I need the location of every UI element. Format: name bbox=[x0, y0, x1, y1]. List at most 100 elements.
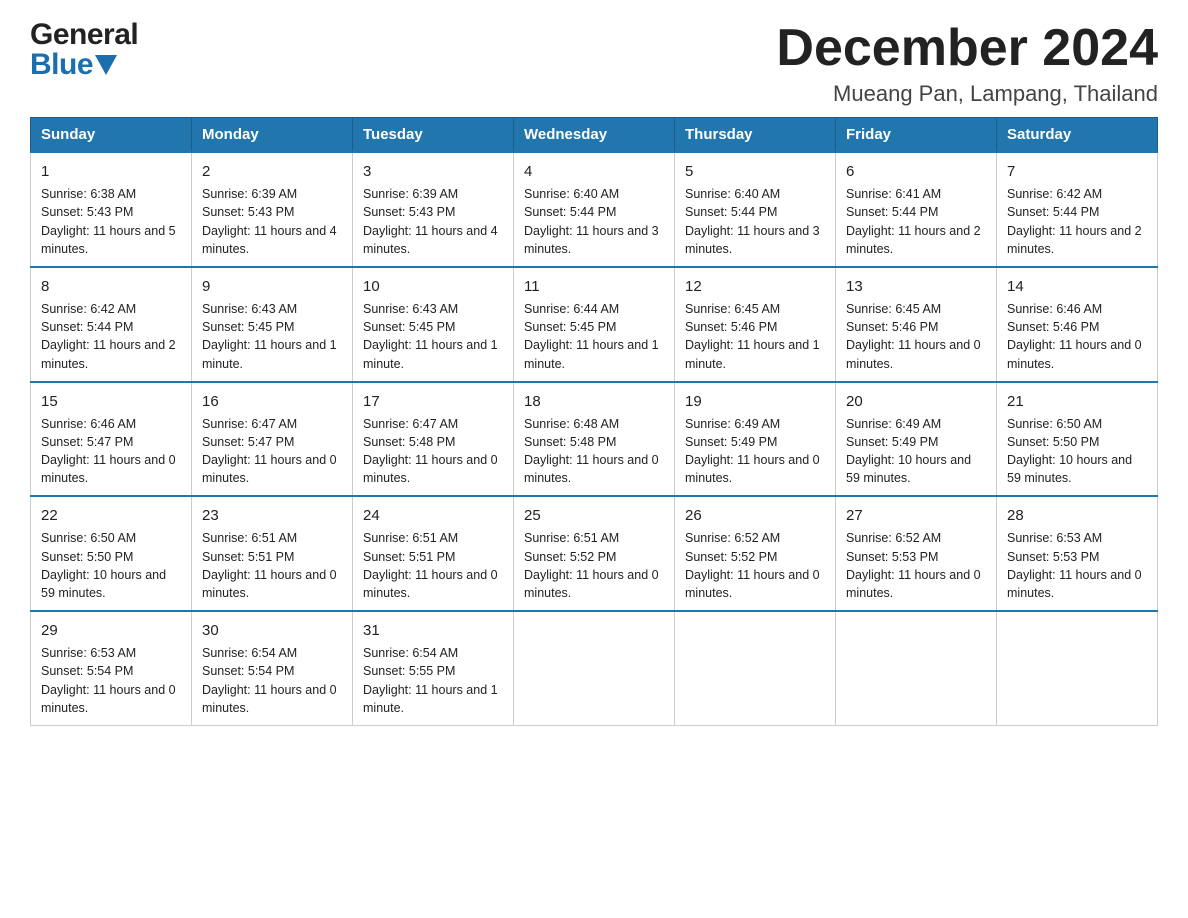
day-number: 26 bbox=[685, 505, 825, 526]
day-cell: 6 Sunrise: 6:41 AMSunset: 5:44 PMDayligh… bbox=[836, 152, 997, 267]
day-cell bbox=[836, 611, 997, 725]
day-number: 6 bbox=[846, 161, 986, 182]
day-cell: 21 Sunrise: 6:50 AMSunset: 5:50 PMDaylig… bbox=[997, 382, 1158, 497]
day-info: Sunrise: 6:52 AMSunset: 5:53 PMDaylight:… bbox=[846, 531, 981, 600]
day-number: 22 bbox=[41, 505, 181, 526]
day-cell: 23 Sunrise: 6:51 AMSunset: 5:51 PMDaylig… bbox=[192, 496, 353, 611]
day-cell: 3 Sunrise: 6:39 AMSunset: 5:43 PMDayligh… bbox=[353, 152, 514, 267]
day-number: 29 bbox=[41, 620, 181, 641]
day-number: 23 bbox=[202, 505, 342, 526]
day-cell: 22 Sunrise: 6:50 AMSunset: 5:50 PMDaylig… bbox=[31, 496, 192, 611]
day-info: Sunrise: 6:42 AMSunset: 5:44 PMDaylight:… bbox=[1007, 187, 1142, 256]
day-number: 18 bbox=[524, 391, 664, 412]
day-cell: 19 Sunrise: 6:49 AMSunset: 5:49 PMDaylig… bbox=[675, 382, 836, 497]
day-number: 15 bbox=[41, 391, 181, 412]
day-cell: 12 Sunrise: 6:45 AMSunset: 5:46 PMDaylig… bbox=[675, 267, 836, 382]
day-number: 17 bbox=[363, 391, 503, 412]
col-header-friday: Friday bbox=[836, 118, 997, 153]
day-cell: 17 Sunrise: 6:47 AMSunset: 5:48 PMDaylig… bbox=[353, 382, 514, 497]
day-cell: 5 Sunrise: 6:40 AMSunset: 5:44 PMDayligh… bbox=[675, 152, 836, 267]
day-info: Sunrise: 6:40 AMSunset: 5:44 PMDaylight:… bbox=[685, 187, 820, 256]
day-number: 16 bbox=[202, 391, 342, 412]
day-info: Sunrise: 6:43 AMSunset: 5:45 PMDaylight:… bbox=[202, 302, 337, 371]
day-number: 7 bbox=[1007, 161, 1147, 182]
day-cell: 30 Sunrise: 6:54 AMSunset: 5:54 PMDaylig… bbox=[192, 611, 353, 725]
day-info: Sunrise: 6:49 AMSunset: 5:49 PMDaylight:… bbox=[846, 417, 971, 486]
week-row-2: 8 Sunrise: 6:42 AMSunset: 5:44 PMDayligh… bbox=[31, 267, 1158, 382]
day-info: Sunrise: 6:51 AMSunset: 5:51 PMDaylight:… bbox=[202, 531, 337, 600]
day-cell: 27 Sunrise: 6:52 AMSunset: 5:53 PMDaylig… bbox=[836, 496, 997, 611]
day-info: Sunrise: 6:44 AMSunset: 5:45 PMDaylight:… bbox=[524, 302, 659, 371]
day-cell: 4 Sunrise: 6:40 AMSunset: 5:44 PMDayligh… bbox=[514, 152, 675, 267]
calendar-table: SundayMondayTuesdayWednesdayThursdayFrid… bbox=[30, 117, 1158, 726]
day-number: 25 bbox=[524, 505, 664, 526]
day-cell: 7 Sunrise: 6:42 AMSunset: 5:44 PMDayligh… bbox=[997, 152, 1158, 267]
day-info: Sunrise: 6:47 AMSunset: 5:48 PMDaylight:… bbox=[363, 417, 498, 486]
day-cell bbox=[675, 611, 836, 725]
day-number: 12 bbox=[685, 276, 825, 297]
day-info: Sunrise: 6:39 AMSunset: 5:43 PMDaylight:… bbox=[202, 187, 337, 256]
day-info: Sunrise: 6:49 AMSunset: 5:49 PMDaylight:… bbox=[685, 417, 820, 486]
col-header-sunday: Sunday bbox=[31, 118, 192, 153]
day-number: 1 bbox=[41, 161, 181, 182]
day-cell: 26 Sunrise: 6:52 AMSunset: 5:52 PMDaylig… bbox=[675, 496, 836, 611]
day-cell: 8 Sunrise: 6:42 AMSunset: 5:44 PMDayligh… bbox=[31, 267, 192, 382]
week-row-4: 22 Sunrise: 6:50 AMSunset: 5:50 PMDaylig… bbox=[31, 496, 1158, 611]
week-row-3: 15 Sunrise: 6:46 AMSunset: 5:47 PMDaylig… bbox=[31, 382, 1158, 497]
day-cell: 2 Sunrise: 6:39 AMSunset: 5:43 PMDayligh… bbox=[192, 152, 353, 267]
day-number: 24 bbox=[363, 505, 503, 526]
day-cell: 29 Sunrise: 6:53 AMSunset: 5:54 PMDaylig… bbox=[31, 611, 192, 725]
day-number: 19 bbox=[685, 391, 825, 412]
day-info: Sunrise: 6:40 AMSunset: 5:44 PMDaylight:… bbox=[524, 187, 659, 256]
day-info: Sunrise: 6:43 AMSunset: 5:45 PMDaylight:… bbox=[363, 302, 498, 371]
day-info: Sunrise: 6:53 AMSunset: 5:53 PMDaylight:… bbox=[1007, 531, 1142, 600]
day-info: Sunrise: 6:51 AMSunset: 5:52 PMDaylight:… bbox=[524, 531, 659, 600]
day-cell: 14 Sunrise: 6:46 AMSunset: 5:46 PMDaylig… bbox=[997, 267, 1158, 382]
day-info: Sunrise: 6:54 AMSunset: 5:55 PMDaylight:… bbox=[363, 646, 498, 715]
day-number: 8 bbox=[41, 276, 181, 297]
logo-blue-text: Blue bbox=[30, 50, 93, 80]
day-number: 21 bbox=[1007, 391, 1147, 412]
day-number: 30 bbox=[202, 620, 342, 641]
day-cell: 15 Sunrise: 6:46 AMSunset: 5:47 PMDaylig… bbox=[31, 382, 192, 497]
day-info: Sunrise: 6:50 AMSunset: 5:50 PMDaylight:… bbox=[41, 531, 166, 600]
day-info: Sunrise: 6:52 AMSunset: 5:52 PMDaylight:… bbox=[685, 531, 820, 600]
week-row-1: 1 Sunrise: 6:38 AMSunset: 5:43 PMDayligh… bbox=[31, 152, 1158, 267]
day-number: 10 bbox=[363, 276, 503, 297]
day-number: 5 bbox=[685, 161, 825, 182]
month-title: December 2024 bbox=[776, 20, 1158, 77]
day-number: 20 bbox=[846, 391, 986, 412]
logo-arrow-icon bbox=[95, 55, 117, 75]
day-number: 2 bbox=[202, 161, 342, 182]
col-header-saturday: Saturday bbox=[997, 118, 1158, 153]
day-cell: 31 Sunrise: 6:54 AMSunset: 5:55 PMDaylig… bbox=[353, 611, 514, 725]
week-row-5: 29 Sunrise: 6:53 AMSunset: 5:54 PMDaylig… bbox=[31, 611, 1158, 725]
title-block: December 2024 Mueang Pan, Lampang, Thail… bbox=[776, 20, 1158, 107]
day-cell: 11 Sunrise: 6:44 AMSunset: 5:45 PMDaylig… bbox=[514, 267, 675, 382]
day-number: 31 bbox=[363, 620, 503, 641]
page-header: General Blue December 2024 Mueang Pan, L… bbox=[30, 20, 1158, 107]
day-cell: 25 Sunrise: 6:51 AMSunset: 5:52 PMDaylig… bbox=[514, 496, 675, 611]
col-header-tuesday: Tuesday bbox=[353, 118, 514, 153]
day-info: Sunrise: 6:42 AMSunset: 5:44 PMDaylight:… bbox=[41, 302, 176, 371]
logo-blue-line: Blue bbox=[30, 50, 138, 80]
col-header-monday: Monday bbox=[192, 118, 353, 153]
days-header-row: SundayMondayTuesdayWednesdayThursdayFrid… bbox=[31, 118, 1158, 153]
day-cell: 10 Sunrise: 6:43 AMSunset: 5:45 PMDaylig… bbox=[353, 267, 514, 382]
day-number: 27 bbox=[846, 505, 986, 526]
day-number: 13 bbox=[846, 276, 986, 297]
day-info: Sunrise: 6:47 AMSunset: 5:47 PMDaylight:… bbox=[202, 417, 337, 486]
day-info: Sunrise: 6:54 AMSunset: 5:54 PMDaylight:… bbox=[202, 646, 337, 715]
day-info: Sunrise: 6:45 AMSunset: 5:46 PMDaylight:… bbox=[685, 302, 820, 371]
day-info: Sunrise: 6:38 AMSunset: 5:43 PMDaylight:… bbox=[41, 187, 176, 256]
day-cell: 9 Sunrise: 6:43 AMSunset: 5:45 PMDayligh… bbox=[192, 267, 353, 382]
location-title: Mueang Pan, Lampang, Thailand bbox=[776, 81, 1158, 107]
day-info: Sunrise: 6:51 AMSunset: 5:51 PMDaylight:… bbox=[363, 531, 498, 600]
day-info: Sunrise: 6:46 AMSunset: 5:47 PMDaylight:… bbox=[41, 417, 176, 486]
col-header-wednesday: Wednesday bbox=[514, 118, 675, 153]
day-cell: 13 Sunrise: 6:45 AMSunset: 5:46 PMDaylig… bbox=[836, 267, 997, 382]
day-info: Sunrise: 6:45 AMSunset: 5:46 PMDaylight:… bbox=[846, 302, 981, 371]
col-header-thursday: Thursday bbox=[675, 118, 836, 153]
day-cell: 18 Sunrise: 6:48 AMSunset: 5:48 PMDaylig… bbox=[514, 382, 675, 497]
day-cell bbox=[997, 611, 1158, 725]
